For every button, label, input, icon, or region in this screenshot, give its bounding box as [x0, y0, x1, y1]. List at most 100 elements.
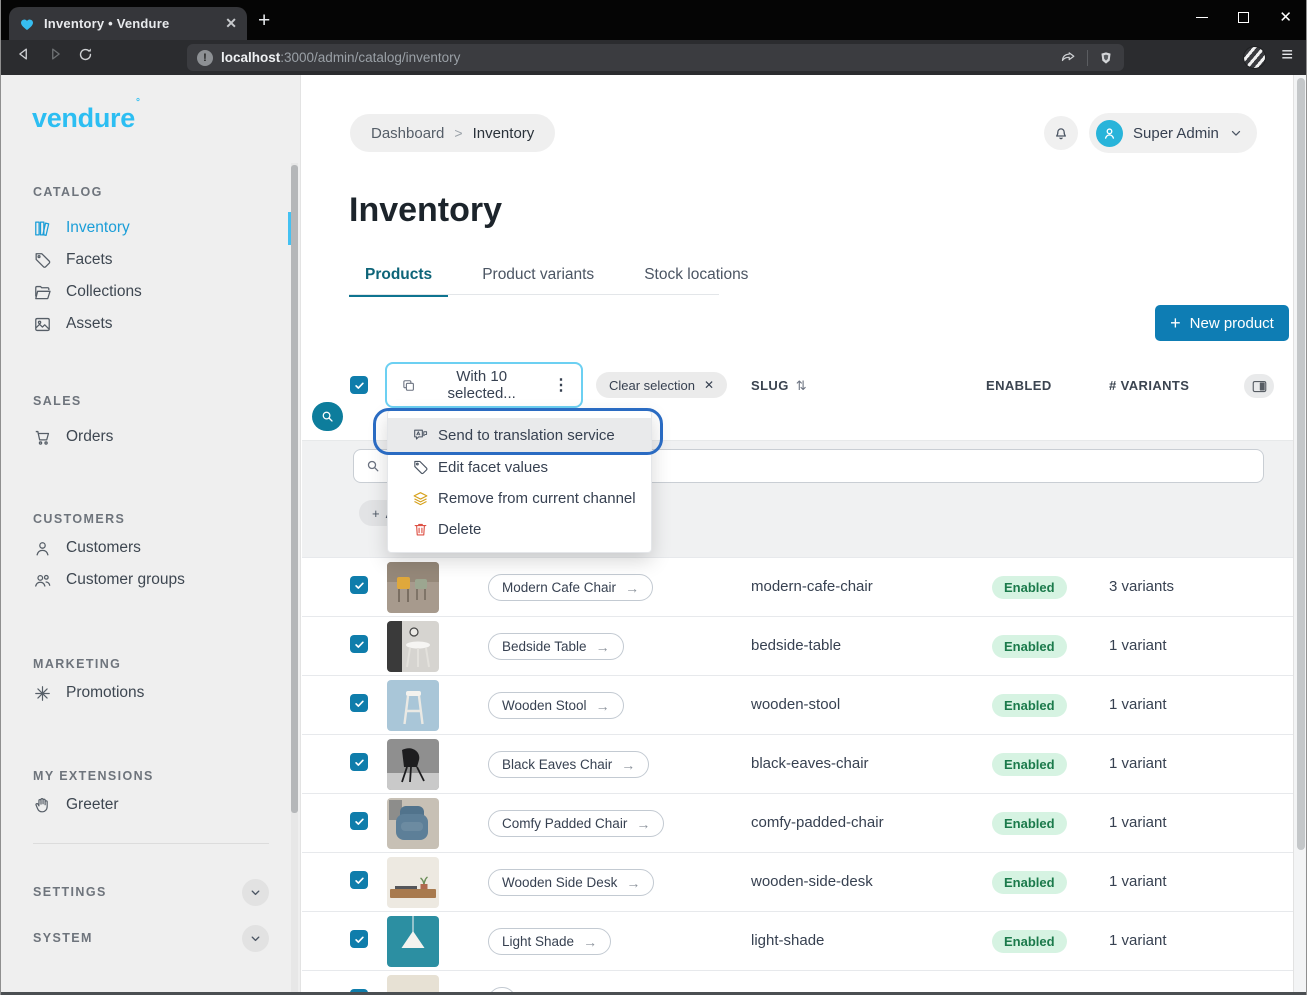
browser-tab[interactable]: Inventory • Vendure ✕	[9, 7, 247, 40]
share-icon[interactable]	[1060, 49, 1077, 66]
table-row: Bedside Table→ bedside-table Enabled 1 v…	[302, 616, 1293, 675]
table-row: Black Eaves Chair→ black-eaves-chair Ena…	[302, 734, 1293, 793]
row-checkbox[interactable]	[350, 930, 368, 948]
sidebar-item-orders[interactable]: Orders	[33, 426, 113, 448]
row-checkbox[interactable]	[350, 694, 368, 712]
row-checkbox[interactable]	[350, 576, 368, 594]
product-thumbnail	[387, 739, 439, 790]
menu-item-edit-facet-values[interactable]: Edit facet values	[388, 452, 651, 483]
chevron-down-icon	[1229, 126, 1243, 140]
breadcrumb-separator: >	[454, 125, 462, 141]
product-slug: black-eaves-chair	[751, 755, 869, 772]
sidebar: vendure° CATALOG Inventory Facets Collec…	[1, 75, 301, 992]
window-minimize-button[interactable]	[1196, 17, 1208, 18]
product-name-link[interactable]: Light Shade→	[488, 928, 611, 955]
product-thumbnail	[387, 798, 439, 849]
sidebar-item-customers[interactable]: Customers	[33, 537, 141, 559]
column-settings-button[interactable]	[1244, 374, 1274, 398]
sidebar-item-collections[interactable]: Collections	[33, 281, 142, 303]
product-slug: modern-cafe-chair	[751, 578, 873, 595]
sort-icon[interactable]: ⇅	[796, 378, 807, 393]
kebab-menu-icon: ⋮	[553, 375, 569, 395]
site-info-icon[interactable]: !	[197, 50, 213, 66]
copy-icon	[401, 377, 416, 394]
chevron-down-icon[interactable]	[242, 925, 269, 952]
product-name-link[interactable]: Wooden Stool→	[488, 692, 624, 719]
browser-tab-bar: Inventory • Vendure ✕ + ✕	[1, 0, 1306, 40]
column-header-variants[interactable]: # VARIANTS	[1109, 378, 1189, 393]
sidebar-item-greeter[interactable]: Greeter	[33, 794, 119, 816]
sidebar-scrollbar[interactable]	[291, 163, 298, 992]
product-thumbnail	[387, 562, 439, 613]
tab-close-icon[interactable]: ✕	[225, 15, 237, 32]
product-name-link[interactable]: Black Eaves Chair→	[488, 751, 649, 778]
row-checkbox[interactable]	[350, 812, 368, 830]
column-header-enabled[interactable]: ENABLED	[986, 378, 1052, 393]
reload-button[interactable]	[77, 46, 94, 63]
product-name-link[interactable]: Bedside Table→	[488, 633, 624, 660]
product-slug: wooden-side-desk	[751, 873, 873, 890]
chevron-down-icon[interactable]	[242, 879, 269, 906]
vendure-logo[interactable]: vendure°	[32, 103, 139, 134]
scrollbar-thumb[interactable]	[1297, 78, 1305, 850]
row-checkbox[interactable]	[350, 753, 368, 771]
section-header-customers: CUSTOMERS	[33, 512, 125, 526]
plus-icon: +	[1170, 313, 1181, 334]
sidebar-section-settings[interactable]: SETTINGS	[33, 878, 269, 906]
table-row: Modern Cafe Chair→ modern-cafe-chair Ena…	[302, 557, 1293, 616]
column-header-slug[interactable]: SLUG⇅	[751, 378, 807, 394]
table-row: Wooden Stool→ wooden-stool Enabled 1 var…	[302, 675, 1293, 734]
clear-selection-button[interactable]: Clear selection ✕	[596, 372, 727, 398]
arrow-right-icon: →	[636, 816, 650, 832]
back-button[interactable]	[15, 45, 33, 63]
product-name-link[interactable]: Modern Cafe Chair→	[488, 574, 653, 601]
with-selected-button[interactable]: With 10 selected... ⋮	[385, 362, 583, 408]
translate-icon	[412, 427, 429, 444]
browser-menu-icon[interactable]: ≡	[1281, 44, 1293, 67]
url-bar[interactable]: ! localhost:3000/admin/catalog/inventory	[187, 44, 1124, 71]
status-badge: Enabled	[992, 694, 1067, 717]
notifications-button[interactable]	[1044, 116, 1078, 150]
sidebar-section-system[interactable]: SYSTEM	[33, 924, 269, 952]
sidebar-item-assets[interactable]: Assets	[33, 313, 113, 335]
tab-product-variants[interactable]: Product variants	[466, 258, 610, 297]
menu-item-send-to-translation[interactable]: Send to translation service	[388, 418, 651, 452]
product-name-link[interactable]: Wooden Side Desk→	[488, 869, 654, 896]
page-scrollbar[interactable]	[1293, 75, 1307, 992]
sidebar-item-promotions[interactable]: Promotions	[33, 682, 144, 704]
select-all-checkbox[interactable]	[350, 376, 368, 394]
sidebar-item-facets[interactable]: Facets	[33, 249, 113, 271]
close-icon: ✕	[704, 378, 714, 392]
user-menu[interactable]: Super Admin	[1089, 113, 1257, 153]
status-badge: Enabled	[992, 930, 1067, 953]
arrow-right-icon: →	[596, 698, 610, 714]
breadcrumb-dashboard[interactable]: Dashboard	[371, 125, 444, 142]
new-product-button[interactable]: + New product	[1155, 305, 1289, 341]
search-toggle-button[interactable]	[312, 402, 343, 431]
sidebar-item-inventory[interactable]: Inventory	[33, 217, 130, 239]
tab-products[interactable]: Products	[349, 258, 448, 297]
plus-icon: +	[372, 506, 380, 521]
brave-shield-icon[interactable]	[1098, 50, 1114, 66]
window-maximize-button[interactable]	[1238, 12, 1249, 23]
menu-item-remove-from-channel[interactable]: Remove from current channel	[388, 483, 651, 514]
variant-count: 1 variant	[1109, 637, 1167, 654]
product-slug: wooden-stool	[751, 696, 840, 713]
row-checkbox[interactable]	[350, 871, 368, 889]
row-checkbox[interactable]	[350, 635, 368, 653]
tab-stock-locations[interactable]: Stock locations	[628, 258, 764, 297]
forward-button[interactable]	[46, 45, 64, 63]
menu-item-delete[interactable]: Delete	[388, 514, 651, 545]
window-close-button[interactable]: ✕	[1279, 8, 1292, 26]
sidebar-item-customer-groups[interactable]: Customer groups	[33, 569, 185, 591]
arrow-right-icon: →	[596, 639, 610, 655]
hand-icon	[33, 796, 52, 815]
browser-window: Inventory • Vendure ✕ + ✕ ! localhost:30…	[0, 0, 1307, 995]
folder-icon	[33, 283, 52, 302]
variant-count: 1 variant	[1109, 932, 1167, 949]
browser-profile-avatar[interactable]	[1243, 46, 1266, 69]
product-name-link[interactable]: Comfy Padded Chair→	[488, 810, 664, 837]
user-name: Super Admin	[1133, 125, 1219, 142]
main-content: Dashboard > Inventory Super Admin Invent…	[302, 75, 1293, 992]
new-tab-button[interactable]: +	[258, 9, 270, 33]
